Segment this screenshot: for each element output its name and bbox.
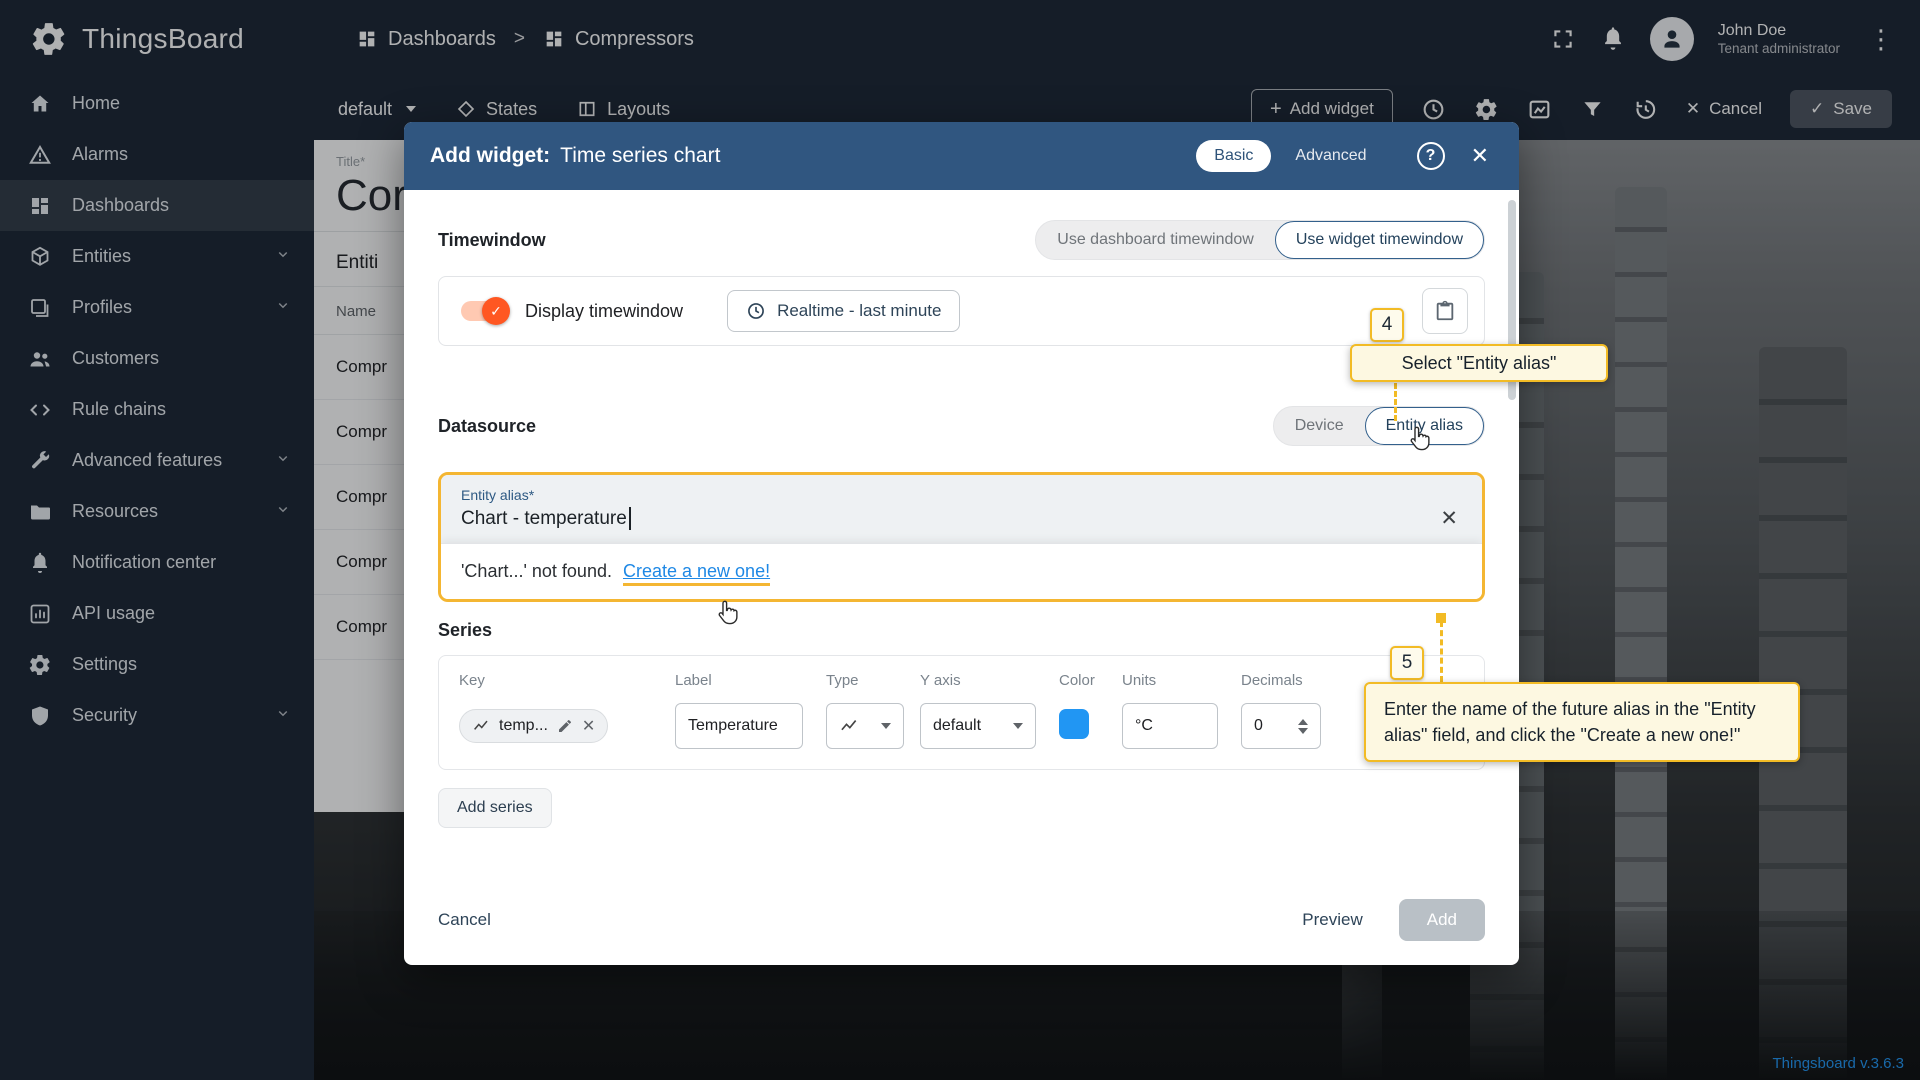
dialog-body: Timewindow Use dashboard timewindow Use … — [404, 190, 1519, 965]
series-type-select[interactable] — [826, 703, 904, 749]
clear-field-icon[interactable]: ✕ — [1436, 506, 1462, 531]
display-timewindow-row: ✓ Display timewindow Realtime - last min… — [438, 276, 1485, 346]
entity-alias-field[interactable]: Entity alias* Chart - temperature ✕ — [441, 475, 1482, 543]
timewindow-heading: Timewindow — [438, 230, 546, 251]
series-y-axis-select[interactable]: default — [920, 703, 1036, 749]
dialog-title-prefix: Add widget: — [430, 144, 550, 168]
remove-key-icon[interactable]: ✕ — [582, 716, 595, 736]
tab-basic[interactable]: Basic — [1196, 140, 1271, 172]
toggle-knob: ✓ — [482, 297, 510, 325]
clock-icon — [746, 301, 766, 321]
entity-alias-input[interactable]: Chart - temperature — [461, 508, 627, 530]
thingsboard-app: ThingsBoard Dashboards > Compressors — [0, 0, 1920, 1080]
device-option[interactable]: Device — [1274, 407, 1365, 445]
column-key: Key — [459, 672, 675, 689]
realtime-timewindow-button[interactable]: Realtime - last minute — [727, 290, 960, 332]
close-icon[interactable]: ✕ — [1467, 141, 1493, 171]
step-4-badge: 4 — [1370, 308, 1404, 342]
preview-button[interactable]: Preview — [1302, 910, 1362, 930]
mode-toggle: Basic Advanced — [1196, 140, 1384, 172]
column-y-axis: Y axis — [920, 672, 1059, 689]
stepper-arrows[interactable] — [1298, 719, 1308, 734]
display-timewindow-label: Display timewindow — [525, 301, 683, 322]
entity-alias-autocomplete: 'Chart...' not found. Create a new one! — [441, 543, 1482, 599]
pointer-cursor-icon — [714, 598, 742, 631]
entity-alias-field-label: Entity alias* — [461, 487, 1462, 503]
step-5-connector — [1440, 621, 1443, 682]
pointer-cursor-icon — [1406, 424, 1434, 457]
series-units-input[interactable]: °C — [1122, 703, 1218, 749]
step-4-connector — [1394, 383, 1397, 421]
dialog-title: Time series chart — [560, 144, 720, 168]
edit-pencil-icon[interactable] — [557, 718, 573, 734]
entity-alias-highlight: Entity alias* Chart - temperature ✕ 'Cha… — [438, 472, 1485, 602]
step-5-badge: 5 — [1390, 646, 1424, 680]
realtime-label: Realtime - last minute — [777, 301, 941, 321]
datasource-heading: Datasource — [438, 416, 536, 437]
help-icon[interactable]: ? — [1417, 142, 1445, 170]
text-cursor — [629, 507, 631, 530]
series-heading: Series — [438, 620, 492, 641]
not-found-text: 'Chart...' not found. — [461, 561, 612, 581]
dialog-cancel-button[interactable]: Cancel — [438, 910, 491, 930]
timewindow-source-toggle: Use dashboard timewindow Use widget time… — [1035, 220, 1485, 260]
paste-icon — [1434, 300, 1456, 322]
step-5-tooltip: Enter the name of the future alias in th… — [1364, 682, 1800, 762]
column-label: Label — [675, 672, 826, 689]
column-units: Units — [1122, 672, 1241, 689]
column-color: Color — [1059, 672, 1122, 689]
datasource-section-header: Datasource Device Entity alias — [438, 406, 1485, 446]
series-decimals-stepper[interactable]: 0 — [1241, 703, 1321, 749]
chart-type-icon — [839, 716, 859, 736]
check-icon: ✓ — [490, 303, 502, 320]
caret-down-icon — [881, 723, 891, 729]
dialog-header: Add widget: Time series chart Basic Adva… — [404, 122, 1519, 190]
datasource-type-toggle: Device Entity alias — [1273, 406, 1485, 446]
series-key-label: temp... — [499, 717, 548, 735]
entity-alias-value-row: Chart - temperature ✕ — [461, 506, 1462, 531]
decimals-value: 0 — [1254, 717, 1263, 735]
series-table: Key Label Type Y axis Color Units Decima… — [438, 655, 1485, 770]
paste-timewindow-button[interactable] — [1422, 288, 1468, 334]
add-widget-dialog: Add widget: Time series chart Basic Adva… — [404, 122, 1519, 965]
y-axis-value: default — [933, 717, 981, 735]
display-timewindow-toggle[interactable]: ✓ — [461, 301, 507, 321]
use-widget-timewindow-option[interactable]: Use widget timewindow — [1275, 221, 1484, 259]
dialog-header-actions: Basic Advanced ? ✕ — [1196, 140, 1493, 172]
series-label-input[interactable]: Temperature — [675, 703, 803, 749]
series-row: temp... ✕ Temperature — [459, 703, 1464, 749]
column-decimals: Decimals — [1241, 672, 1341, 689]
series-section-header: Series — [438, 620, 1485, 641]
use-dashboard-timewindow-option[interactable]: Use dashboard timewindow — [1036, 221, 1275, 259]
add-series-button[interactable]: Add series — [438, 788, 552, 828]
create-new-alias-link[interactable]: Create a new one! — [623, 561, 770, 586]
tab-advanced[interactable]: Advanced — [1277, 140, 1384, 172]
caret-down-icon — [1013, 723, 1023, 729]
dialog-footer: Cancel Preview Add — [438, 881, 1485, 941]
footer-actions: Preview Add — [1302, 899, 1485, 941]
timeseries-icon — [472, 717, 490, 735]
series-color-swatch[interactable] — [1059, 709, 1089, 739]
series-key-chip[interactable]: temp... ✕ — [459, 709, 608, 743]
series-table-header: Key Label Type Y axis Color Units Decima… — [459, 672, 1464, 689]
dialog-add-button[interactable]: Add — [1399, 899, 1485, 941]
step-4-tooltip: Select "Entity alias" — [1350, 344, 1608, 382]
timewindow-section-header: Timewindow Use dashboard timewindow Use … — [438, 220, 1485, 260]
column-type: Type — [826, 672, 920, 689]
